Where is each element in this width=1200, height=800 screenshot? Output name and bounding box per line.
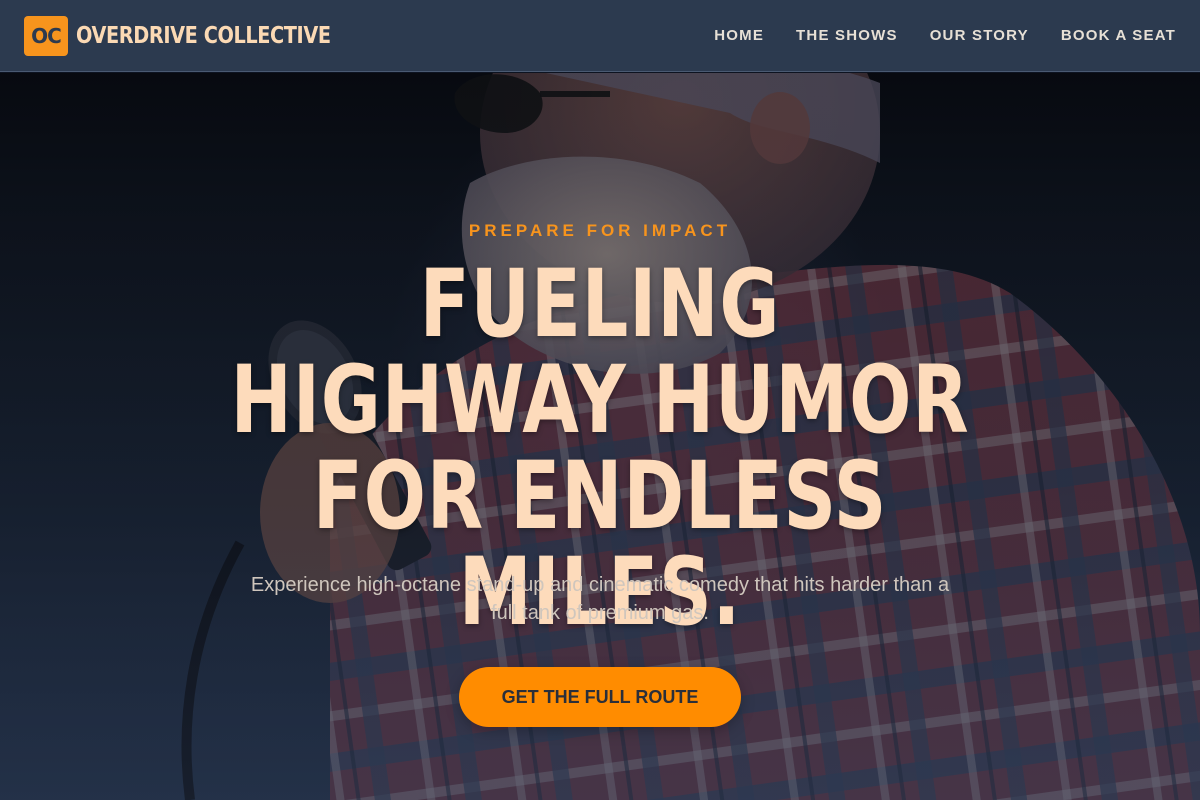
hero-subtitle: Experience high-octane stand-up and cine…: [250, 574, 950, 624]
hero-content: PREPARE FOR IMPACT FUELING HIGHWAY HUMOR…: [0, 73, 1200, 800]
brand-name[interactable]: OVERDRIVE COLLECTIVE: [76, 23, 331, 49]
logo-badge[interactable]: OC: [24, 15, 68, 56]
hero-section: PREPARE FOR IMPACT FUELING HIGHWAY HUMOR…: [0, 73, 1200, 800]
main-nav: HOME THE SHOWS OUR STORY BOOK A SEAT: [682, 27, 1176, 44]
get-full-route-button[interactable]: GET THE FULL ROUTE: [459, 667, 741, 727]
nav-the-shows[interactable]: THE SHOWS: [796, 27, 898, 44]
nav-our-story[interactable]: OUR STORY: [930, 27, 1029, 44]
hero-eyebrow: PREPARE FOR IMPACT: [468, 221, 732, 240]
nav-home[interactable]: HOME: [714, 27, 764, 44]
site-header: OC OVERDRIVE COLLECTIVE HOME THE SHOWS O…: [0, 0, 1200, 72]
brand[interactable]: OC OVERDRIVE COLLECTIVE: [24, 15, 379, 56]
nav-book-a-seat[interactable]: BOOK A SEAT: [1061, 27, 1176, 44]
